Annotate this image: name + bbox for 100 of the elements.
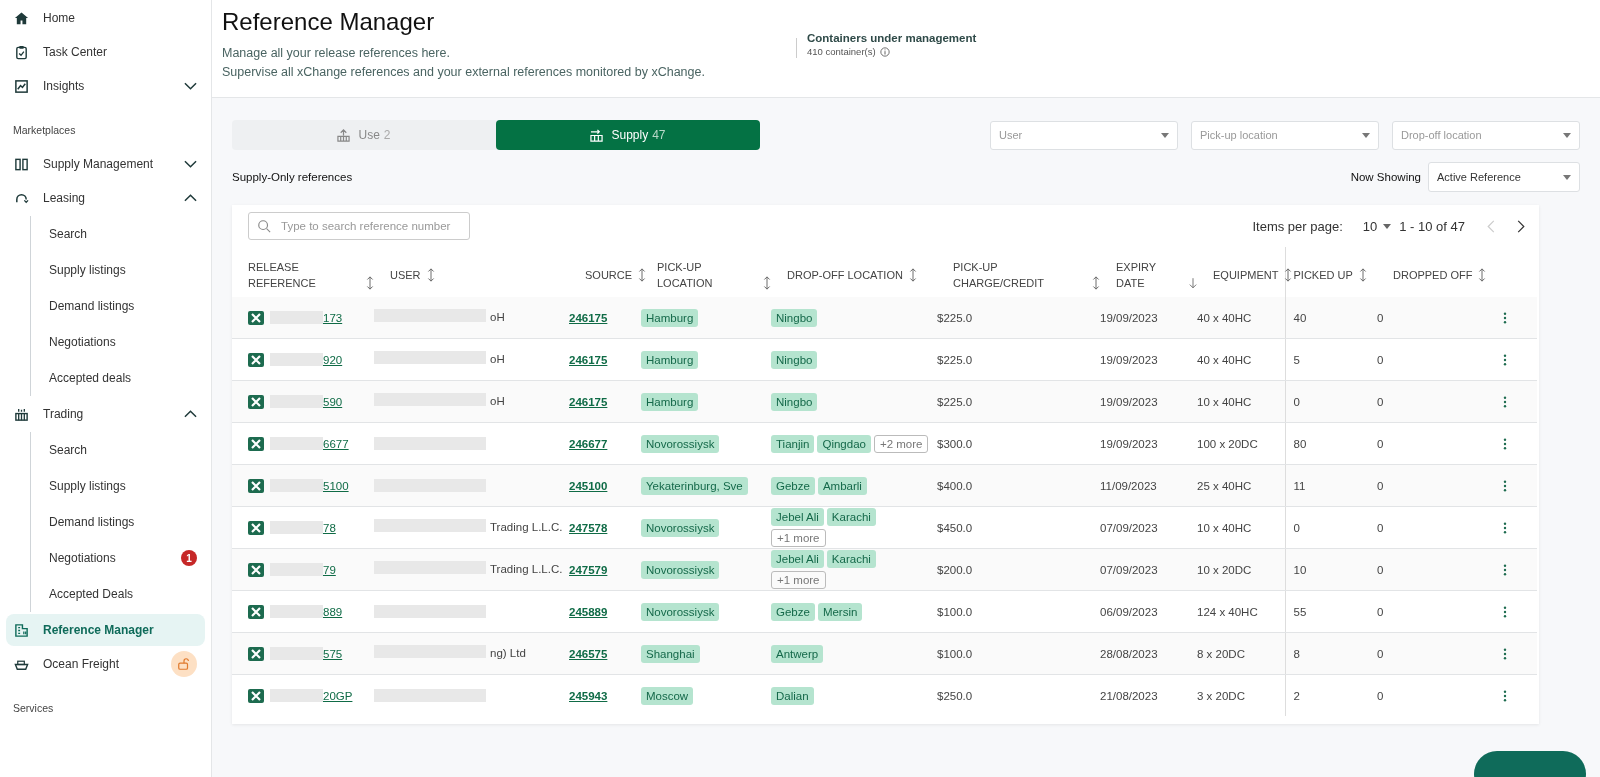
reference-link[interactable]: 79: [323, 563, 336, 576]
more-options-icon[interactable]: [1503, 437, 1507, 450]
page-size-dropdown[interactable]: 10: [1362, 218, 1392, 234]
nav-subitem[interactable]: Accepted deals: [31, 360, 205, 396]
column-header[interactable]: SOURCE: [585, 267, 633, 283]
sort-icon[interactable]: [366, 276, 374, 290]
table-cell: 11: [1285, 464, 1377, 507]
source-link[interactable]: 246677: [569, 437, 608, 450]
more-options-icon[interactable]: [1503, 311, 1507, 324]
more-options-icon[interactable]: [1503, 647, 1507, 660]
table-cell: 0: [1285, 506, 1377, 549]
sort-down-icon[interactable]: [1189, 276, 1197, 290]
nav-item[interactable]: Ocean Freight: [6, 648, 205, 680]
nav-subitem[interactable]: Negotiations 1: [31, 540, 205, 576]
items-per-page-label: Items per page:: [1252, 218, 1343, 234]
sort-icon[interactable]: [908, 268, 917, 282]
more-tag[interactable]: +1 more: [771, 571, 826, 589]
column-header[interactable]: RELEASE REFERENCE: [248, 259, 360, 291]
excel-icon: [248, 604, 264, 619]
nav-subitem[interactable]: Search: [31, 432, 205, 468]
column-header[interactable]: PICK-UP LOCATION: [657, 259, 757, 291]
source-link[interactable]: 245100: [569, 479, 608, 492]
info-icon[interactable]: [879, 46, 890, 57]
arrow-crate-icon: [590, 128, 604, 142]
source-link[interactable]: 245943: [569, 689, 608, 702]
reference-link[interactable]: 575: [323, 647, 343, 660]
table-cell: $250.0: [937, 674, 1100, 716]
reference-link[interactable]: 6677: [323, 437, 349, 450]
chevron-up-icon[interactable]: [184, 410, 197, 418]
column-header[interactable]: PICK-UP CHARGE/CREDIT: [953, 259, 1086, 291]
column-header[interactable]: DROPPED OFF: [1393, 267, 1473, 283]
nav-subitem[interactable]: Search: [31, 216, 205, 252]
status-dropdown[interactable]: Active Reference: [1428, 162, 1580, 192]
nav-item[interactable]: Trading: [6, 398, 205, 430]
reference-link[interactable]: 889: [323, 605, 343, 618]
more-options-icon[interactable]: [1503, 479, 1507, 492]
chevron-up-icon[interactable]: [184, 194, 197, 202]
source-link[interactable]: 246175: [569, 311, 608, 324]
source-link[interactable]: 247579: [569, 563, 608, 576]
table-cell: 07/09/2023: [1100, 506, 1197, 549]
column-header[interactable]: EXPIRY DATE: [1116, 259, 1183, 291]
source-link[interactable]: 247578: [569, 521, 608, 534]
tab[interactable]: Supply 47: [496, 120, 760, 150]
next-page-icon[interactable]: [1517, 219, 1525, 233]
reference-link[interactable]: 5100: [323, 479, 349, 492]
nav-subitem[interactable]: Negotiations: [31, 324, 205, 360]
nav-subitem[interactable]: Supply listings: [31, 468, 205, 504]
nav-item[interactable]: Leasing: [6, 182, 205, 214]
more-options-icon[interactable]: [1503, 689, 1507, 702]
source-link[interactable]: 245889: [569, 605, 608, 618]
sort-icon[interactable]: [1478, 268, 1487, 282]
source-link[interactable]: 246575: [569, 647, 608, 660]
table-cell: 19/09/2023: [1100, 297, 1197, 339]
table-cell: 21/08/2023: [1100, 674, 1197, 716]
sort-icon[interactable]: [426, 268, 435, 282]
more-options-icon[interactable]: [1503, 395, 1507, 408]
column-header[interactable]: USER: [390, 267, 421, 283]
nav-item[interactable]: Insights: [6, 70, 205, 102]
user-name: oH: [490, 310, 505, 325]
more-options-icon[interactable]: [1503, 353, 1507, 366]
reference-link[interactable]: 78: [323, 521, 336, 534]
reference-link[interactable]: 173: [323, 311, 343, 324]
caret-icon: [1383, 223, 1392, 229]
nav-item[interactable]: Reference Manager: [6, 614, 205, 646]
more-tag[interactable]: +2 more: [873, 434, 929, 453]
location-tag: Karachi: [826, 508, 876, 526]
reference-link[interactable]: 20GP: [323, 689, 353, 702]
nav-subitem[interactable]: Demand listings: [31, 504, 205, 540]
source-link[interactable]: 246175: [569, 353, 608, 366]
user-name: Trading L.L.C.: [490, 520, 563, 535]
reference-link[interactable]: 590: [323, 395, 343, 408]
user-name: Trading L.L.C.: [490, 562, 563, 577]
nav-item[interactable]: Supply Management: [6, 148, 205, 180]
nav-subitem[interactable]: Supply listings: [31, 252, 205, 288]
source-link[interactable]: 246175: [569, 395, 608, 408]
sort-icon[interactable]: [1358, 268, 1367, 282]
more-options-icon[interactable]: [1503, 563, 1507, 576]
more-tag[interactable]: +1 more: [771, 529, 826, 547]
column-header[interactable]: DROP-OFF LOCATION: [787, 267, 903, 283]
sort-icon[interactable]: [1284, 268, 1293, 282]
reference-link[interactable]: 920: [323, 353, 343, 366]
location-tag: Qingdao: [817, 434, 871, 453]
table-cell: 0: [1377, 674, 1487, 716]
more-options-icon[interactable]: [1503, 605, 1507, 618]
nav-subitem[interactable]: Demand listings: [31, 288, 205, 324]
nav-item[interactable]: Home: [6, 2, 205, 34]
nav-subitem[interactable]: Accepted Deals: [31, 576, 205, 612]
more-options-icon[interactable]: [1503, 521, 1507, 534]
stat-label: Containers under management: [807, 32, 977, 44]
sort-icon[interactable]: [1092, 276, 1100, 290]
table-cell: 55: [1285, 590, 1377, 633]
sort-icon[interactable]: [638, 268, 647, 282]
sort-icon[interactable]: [763, 276, 771, 290]
search-field[interactable]: Type to search reference number: [248, 212, 470, 240]
stat-value: 410 container(s): [807, 46, 876, 57]
column-header[interactable]: PICKED UP: [1293, 267, 1353, 283]
nav-item[interactable]: Task Center: [6, 36, 205, 68]
chevron-down-icon[interactable]: [184, 160, 197, 168]
column-header[interactable]: EQUIPMENT: [1213, 267, 1279, 283]
chevron-down-icon[interactable]: [184, 82, 197, 90]
